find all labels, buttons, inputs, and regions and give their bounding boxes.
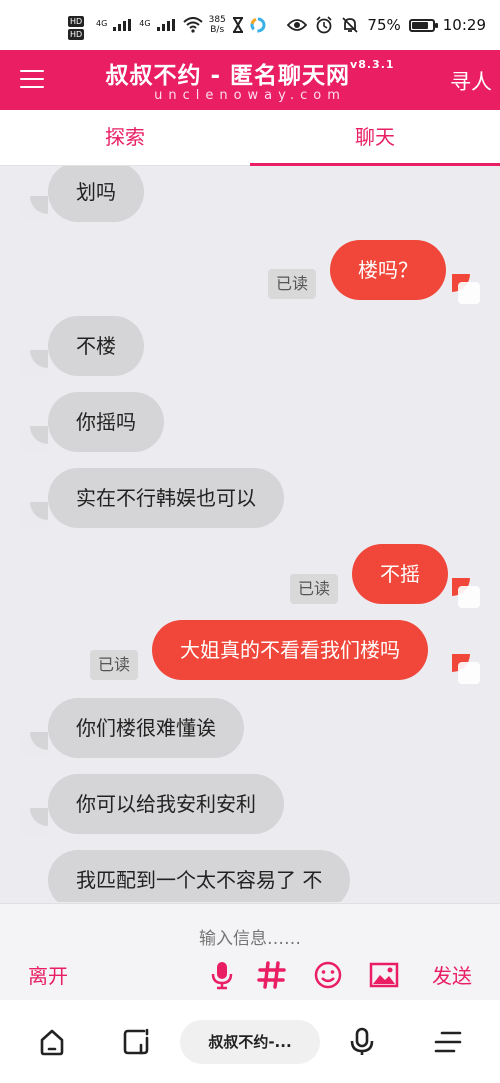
status-bar: HD HD 4G 4G 385 B/s 75% 10:29 xyxy=(0,0,500,50)
recent-apps-icon[interactable] xyxy=(120,1026,152,1058)
message-input[interactable] xyxy=(100,924,400,954)
message-bubble-incoming[interactable]: 划吗 xyxy=(48,166,144,222)
bubble-tail xyxy=(452,274,480,304)
read-receipt: 已读 xyxy=(268,269,317,299)
system-navigation-bar: 叔叔不约-... xyxy=(0,1000,500,1083)
bubble-tail xyxy=(452,578,480,608)
message-bubble-incoming[interactable]: 实在不行韩娱也可以 xyxy=(48,468,284,528)
voice-assistant-icon[interactable] xyxy=(346,1026,378,1058)
hourglass-icon xyxy=(232,17,243,33)
mute-bell-icon xyxy=(342,17,359,33)
message-input-bar: 离开 发送 xyxy=(0,903,500,1000)
network-type-1: 4G xyxy=(96,19,108,28)
tab-bar: 探索 聊天 xyxy=(0,110,500,166)
signal-strength-icon-1 xyxy=(113,19,133,31)
signal-strength-icon-2 xyxy=(156,19,177,31)
app-domain: unclenoway.com xyxy=(154,88,346,103)
message-bubble-incoming[interactable]: 你摇吗 xyxy=(48,392,164,452)
home-icon[interactable] xyxy=(36,1026,68,1058)
chat-message-list[interactable]: 划吗 已读 楼吗？ 不楼 你摇吗 实在不行韩娱也可以 已读 不摇 已读 大姐真的… xyxy=(0,166,500,902)
eye-icon xyxy=(287,19,308,31)
app-title-text: 叔叔不约 - 匿名聊天网 xyxy=(105,63,351,89)
message-bubble-incoming[interactable]: 你们楼很难懂诶 xyxy=(48,698,244,758)
alarm-icon xyxy=(316,16,332,34)
app-title: 叔叔不约 - 匿名聊天网v8.3.1 xyxy=(0,56,500,90)
read-receipt: 已读 xyxy=(290,574,339,604)
network-speed-value: 385 xyxy=(208,15,226,25)
bubble-tail xyxy=(22,426,48,452)
app-header: 叔叔不约 - 匿名聊天网v8.3.1 unclenoway.com 寻人 xyxy=(0,50,500,110)
hash-icon[interactable] xyxy=(256,960,288,990)
menu-lines-icon[interactable] xyxy=(432,1026,464,1058)
network-type-2: 4G xyxy=(139,19,151,28)
message-bubble-outgoing[interactable]: 楼吗？ xyxy=(330,240,446,300)
battery-percent: 75% xyxy=(367,16,401,34)
message-bubble-outgoing[interactable]: 不摇 xyxy=(352,544,448,604)
message-bubble-outgoing[interactable]: 大姐真的不看看我们楼吗 xyxy=(152,620,428,680)
read-receipt: 已读 xyxy=(90,650,139,680)
emoji-icon[interactable] xyxy=(312,960,344,990)
app-ring-icon xyxy=(250,17,266,33)
current-app-pill[interactable]: 叔叔不约-... xyxy=(180,1020,320,1064)
message-bubble-incoming[interactable]: 不楼 xyxy=(48,316,144,376)
bubble-tail xyxy=(22,732,48,758)
battery-icon xyxy=(408,18,438,32)
microphone-icon[interactable] xyxy=(206,960,238,990)
network-speed-unit: B/s xyxy=(210,25,225,35)
clock-time: 10:29 xyxy=(442,16,486,34)
send-button[interactable]: 发送 xyxy=(432,960,472,989)
bubble-tail xyxy=(22,502,48,528)
find-person-button[interactable]: 寻人 xyxy=(450,66,492,96)
message-bubble-incoming[interactable]: 你可以给我安利安利 xyxy=(48,774,284,834)
tab-explore[interactable]: 探索 xyxy=(0,110,250,165)
bubble-tail xyxy=(22,196,48,222)
bubble-tail xyxy=(22,350,48,376)
bubble-tail xyxy=(22,808,48,834)
network-speed: 385 B/s xyxy=(209,15,226,35)
message-bubble-incoming[interactable]: 我匹配到一个太不容易了 不 xyxy=(48,850,351,902)
wifi-icon xyxy=(182,17,203,33)
leave-button[interactable]: 离开 xyxy=(28,960,68,989)
hd-indicator-icon: HD HD xyxy=(68,16,85,40)
tab-chat[interactable]: 聊天 xyxy=(250,110,500,166)
image-icon[interactable] xyxy=(368,960,400,990)
bubble-tail xyxy=(452,654,480,684)
app-version: v8.3.1 xyxy=(350,58,395,71)
